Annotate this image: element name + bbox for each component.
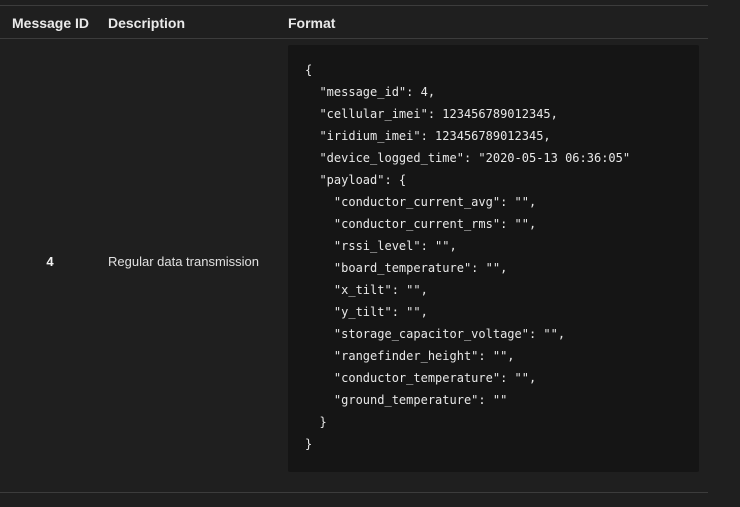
table-row: 4 Regular data transmission { "message_i… [0,39,708,492]
message-format-table: Message ID Description Format 4 Regular … [0,5,708,493]
code-line: "payload": { [305,173,407,187]
description-cell: Regular data transmission [108,254,260,269]
format-code-block[interactable]: { "message_id": 4, "cellular_imei": 1234… [288,45,699,472]
code-line: { [305,63,313,77]
code-line: "storage_capacitor_voltage": "", [305,327,566,341]
code-line: "cellular_imei": 123456789012345, [305,107,558,121]
header-format: Format [288,15,336,31]
code-line: "rssi_level": "", [305,239,457,253]
code-line: "x_tilt": "", [305,283,428,297]
code-line: "rangefinder_height": "", [305,349,515,363]
code-line: "conductor_current_avg": "", [305,195,537,209]
code-line: "device_logged_time": "2020-05-13 06:36:… [305,151,631,165]
header-message-id: Message ID [12,15,90,31]
message-id-cell: 4 [46,254,54,269]
code-line: "conductor_current_rms": "", [305,217,537,231]
code-line: "conductor_temperature": "", [305,371,537,385]
code-line: "message_id": 4, [305,85,436,99]
table-header-row: Message ID Description Format [0,6,708,39]
header-description: Description [108,15,186,31]
code-line: "ground_temperature": "" [305,393,508,407]
page: Message ID Description Format 4 Regular … [0,0,740,507]
code-line: } [305,415,327,429]
code-line: } [305,437,313,451]
code-line: "iridium_imei": 123456789012345, [305,129,551,143]
code-line: "board_temperature": "", [305,261,508,275]
code-line: "y_tilt": "", [305,305,428,319]
